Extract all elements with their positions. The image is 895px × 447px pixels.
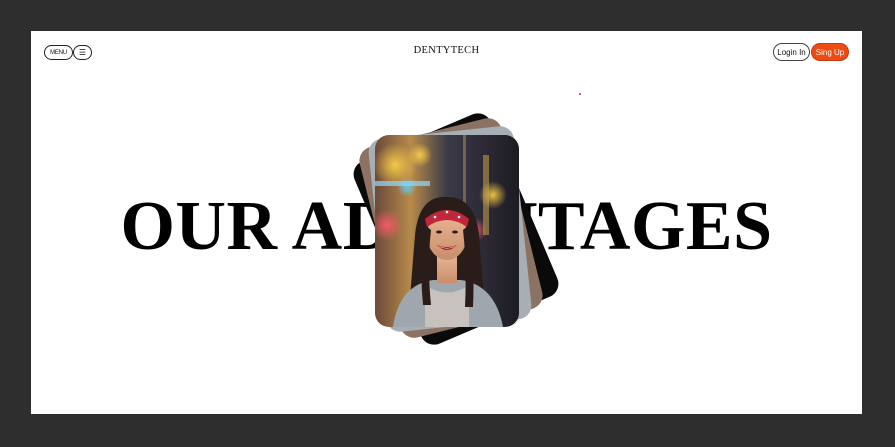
card-stack [31,31,862,414]
photo-card [375,135,519,327]
page-canvas: MENU ☰ DENTYTECH Login In Sing Up OUR AD… [31,31,862,414]
portrait-photo [375,135,519,327]
